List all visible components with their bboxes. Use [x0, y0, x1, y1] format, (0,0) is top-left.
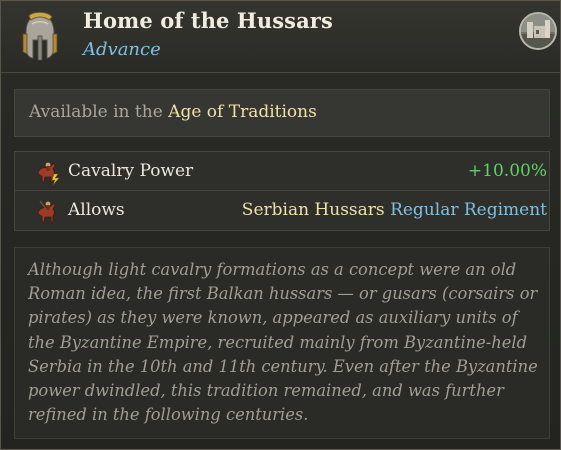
unit-kind: Regular Regiment	[390, 200, 547, 220]
stat-label: Cavalry Power	[68, 161, 194, 181]
description-text: Although light cavalry formations as a c…	[28, 260, 538, 425]
advance-tooltip: Home of the Hussars Advance Available in…	[0, 0, 561, 450]
tooltip-subtitle: Advance	[83, 39, 161, 60]
availability-box: Available in the Age of Traditions	[14, 89, 550, 137]
unit-name-link[interactable]: Serbian Hussars	[242, 200, 385, 220]
availability-prefix: Available in the	[29, 102, 163, 122]
stat-label: Allows	[68, 200, 125, 220]
availability-text: Available in the Age of Traditions	[29, 102, 317, 122]
castle-portrait-icon	[519, 12, 557, 50]
description-box: Although light cavalry formations as a c…	[14, 247, 550, 439]
tooltip-header: Home of the Hussars Advance	[1, 1, 560, 73]
hussar-helmet-icon	[22, 11, 58, 61]
stats-table: Cavalry Power +10.00% Allows Serbian Hus…	[14, 151, 550, 231]
stat-row-cavalry-power: Cavalry Power +10.00%	[15, 152, 549, 191]
availability-age: Age of Traditions	[168, 102, 317, 122]
stat-value: Serbian Hussars Regular Regiment	[242, 200, 547, 220]
stat-row-allows: Allows Serbian Hussars Regular Regiment	[15, 191, 549, 229]
cavalry-power-icon	[37, 162, 60, 186]
stat-value: +10.00%	[467, 161, 547, 181]
cavalry-unit-icon	[37, 200, 56, 223]
tooltip-title: Home of the Hussars	[83, 8, 333, 33]
